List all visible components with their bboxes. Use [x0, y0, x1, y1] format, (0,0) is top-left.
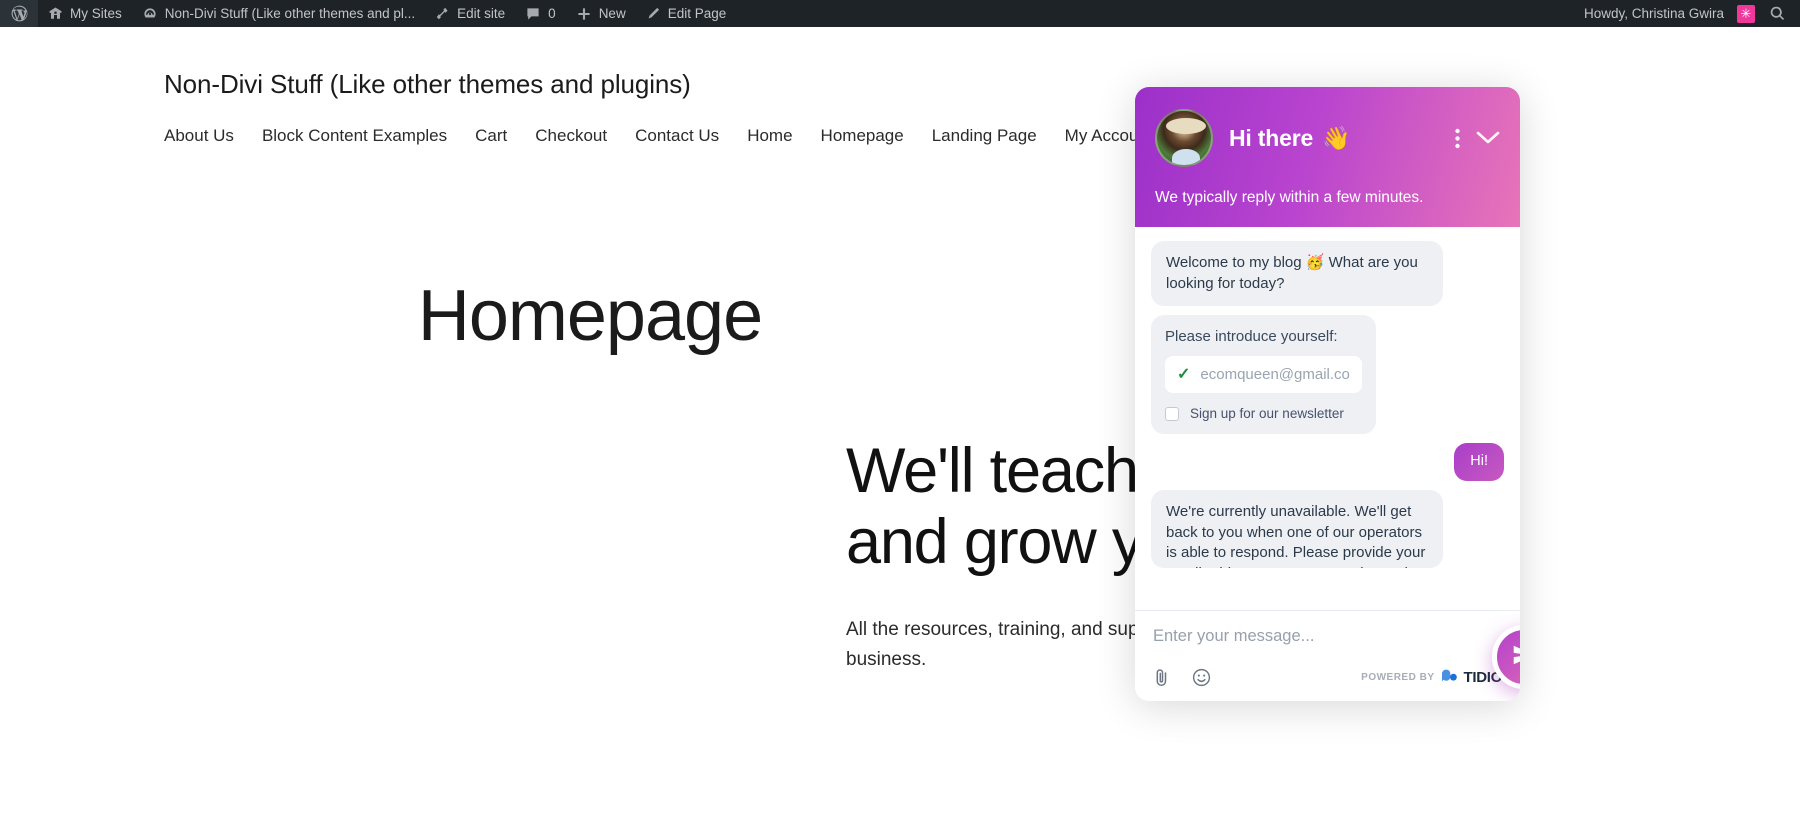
- chat-greeting: Hi there 👋: [1229, 125, 1351, 152]
- admin-bar-item-label: New: [598, 6, 626, 21]
- nav-item-checkout[interactable]: Checkout: [535, 126, 607, 146]
- powered-by-label: POWERED BY: [1361, 672, 1435, 683]
- nav-item-block-content-examples[interactable]: Block Content Examples: [262, 126, 447, 146]
- powered-by-tidio[interactable]: POWERED BY TIDIO: [1361, 669, 1502, 687]
- nav-item-landing-page[interactable]: Landing Page: [932, 126, 1037, 146]
- chat-message-row: Hi!: [1151, 443, 1504, 481]
- admin-bar-item-edit-page[interactable]: Edit Page: [636, 0, 737, 27]
- admin-bar-item-label: Edit Page: [667, 6, 727, 21]
- admin-bar-item-comments[interactable]: 0: [515, 0, 566, 27]
- chat-header-actions: [1455, 128, 1500, 149]
- site-title[interactable]: Non-Divi Stuff (Like other themes and pl…: [164, 69, 1800, 100]
- chat-input-area: Enter your message... POWERED BY TIDIO: [1135, 610, 1520, 701]
- visitor-message-bubble: Hi!: [1454, 443, 1504, 481]
- kebab-menu-icon[interactable]: [1455, 128, 1460, 149]
- admin-bar-item-site-name[interactable]: Non-Divi Stuff (Like other themes and pl…: [132, 0, 425, 27]
- nav-item-cart[interactable]: Cart: [475, 126, 507, 146]
- admin-bar-item-new[interactable]: New: [566, 0, 636, 27]
- wordpress-logo-button[interactable]: [0, 0, 38, 27]
- chevron-down-icon[interactable]: [1476, 131, 1500, 145]
- nav-item-home[interactable]: Home: [747, 126, 792, 146]
- email-field[interactable]: ✓ ecomqueen@gmail.co: [1165, 356, 1362, 394]
- admin-bar-item-edit-site[interactable]: Edit site: [425, 0, 515, 27]
- checkbox-box-icon: [1165, 406, 1179, 421]
- wp-admin-bar: My Sites Non-Divi Stuff (Like other them…: [0, 0, 1800, 27]
- message-input[interactable]: Enter your message...: [1153, 627, 1502, 646]
- bot-message-bubble: We're currently unavailable. We'll get b…: [1151, 489, 1443, 568]
- admin-bar-item-label: Edit site: [457, 6, 506, 21]
- chat-widget: Hi there 👋 We typically reply within a f…: [1135, 87, 1520, 701]
- checkmark-icon: ✓: [1177, 365, 1191, 383]
- admin-bar-item-label: Non-Divi Stuff (Like other themes and pl…: [164, 6, 416, 21]
- admin-bar-item-my-sites[interactable]: My Sites: [38, 0, 132, 27]
- my-sites-icon: [48, 6, 63, 21]
- avatar: ✳: [1737, 4, 1755, 23]
- admin-bar-my-account[interactable]: Howdy, Christina Gwira ✳: [1574, 0, 1759, 27]
- primary-navigation: About Us Block Content Examples Cart Che…: [164, 126, 1800, 146]
- newsletter-label: Sign up for our newsletter: [1190, 406, 1344, 422]
- admin-bar-item-label: My Sites: [70, 6, 122, 21]
- chat-header-row: Hi there 👋: [1155, 109, 1500, 167]
- paperclip-icon[interactable]: [1153, 668, 1170, 687]
- smiley-icon[interactable]: [1192, 668, 1211, 687]
- search-icon: [1769, 5, 1786, 22]
- nav-item-contact-us[interactable]: Contact Us: [635, 126, 719, 146]
- chat-widget-header: Hi there 👋 We typically reply within a f…: [1135, 87, 1520, 227]
- prechat-form-row: Please introduce yourself: ✓ ecomqueen@g…: [1151, 315, 1504, 435]
- newsletter-checkbox[interactable]: Sign up for our newsletter: [1165, 406, 1362, 421]
- hammer-icon: [435, 6, 450, 21]
- nav-item-about-us[interactable]: About Us: [164, 126, 234, 146]
- chat-message-list[interactable]: Welcome to my blog 🥳 What are you lookin…: [1135, 227, 1520, 610]
- plus-icon: [576, 6, 592, 22]
- chat-subtitle: We typically reply within a few minutes.: [1155, 189, 1424, 206]
- comment-bubble-icon: [525, 6, 541, 22]
- howdy-label: Howdy, Christina Gwira: [1583, 6, 1724, 21]
- chat-message-row: We're currently unavailable. We'll get b…: [1151, 489, 1504, 568]
- prechat-label: Please introduce yourself:: [1165, 328, 1338, 346]
- agent-avatar: [1155, 109, 1213, 167]
- chat-toolbar: POWERED BY TIDIO: [1153, 668, 1502, 687]
- page-title: Homepage: [417, 276, 763, 356]
- chat-message-row: Welcome to my blog 🥳 What are you lookin…: [1151, 241, 1504, 307]
- dashboard-icon: [142, 6, 158, 22]
- comment-count: 0: [548, 6, 556, 21]
- tidio-logo-icon: [1441, 669, 1458, 687]
- admin-bar-search-button[interactable]: [1759, 0, 1800, 27]
- admin-bar-right-group: Howdy, Christina Gwira ✳: [1574, 0, 1800, 27]
- wordpress-logo-icon: [10, 4, 29, 23]
- waving-hand-icon: 👋: [1322, 124, 1351, 151]
- pencil-icon: [646, 6, 661, 21]
- nav-item-homepage[interactable]: Homepage: [821, 126, 904, 146]
- bot-message-bubble: Welcome to my blog 🥳 What are you lookin…: [1151, 241, 1443, 307]
- chat-greeting-text: Hi there: [1229, 124, 1314, 151]
- site-header: Non-Divi Stuff (Like other themes and pl…: [0, 27, 1800, 146]
- prechat-form: Please introduce yourself: ✓ ecomqueen@g…: [1151, 315, 1376, 435]
- admin-bar-left-group: My Sites Non-Divi Stuff (Like other them…: [0, 0, 736, 27]
- send-paper-plane-icon: [1511, 642, 1520, 673]
- email-field-value: ecomqueen@gmail.co: [1200, 366, 1350, 384]
